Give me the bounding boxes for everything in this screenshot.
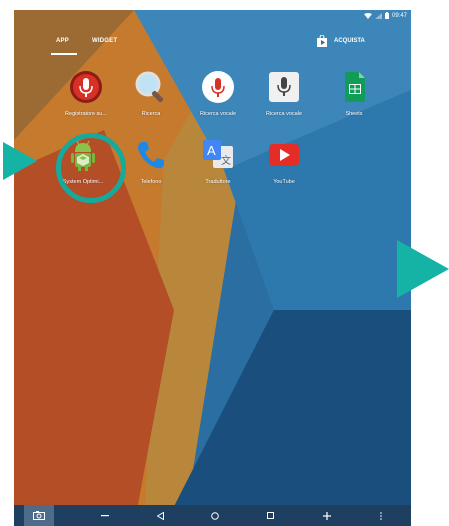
app-telefono[interactable]: Telefono bbox=[123, 138, 179, 185]
svg-text:文: 文 bbox=[221, 154, 231, 167]
microphone-icon bbox=[267, 70, 301, 104]
screenshot-icon bbox=[33, 511, 45, 520]
status-bar: 09:47 bbox=[14, 10, 411, 22]
voice-search-icon bbox=[201, 70, 235, 104]
back-icon bbox=[156, 511, 164, 520]
navigation-bar bbox=[14, 505, 411, 526]
youtube-icon bbox=[267, 138, 301, 172]
back-button[interactable] bbox=[149, 505, 171, 526]
signal-icon bbox=[374, 12, 382, 19]
screenshot-button[interactable] bbox=[24, 505, 54, 526]
app-sheets[interactable]: Sheets bbox=[326, 70, 382, 117]
acquista-label: ACQUISTA bbox=[334, 38, 365, 44]
highlight-circle bbox=[56, 133, 126, 203]
tablet-screen: 09:47 APP WIDGET ACQUISTA Registratore s… bbox=[14, 10, 411, 526]
phone-icon bbox=[134, 138, 168, 172]
sheets-icon bbox=[337, 70, 371, 104]
recents-icon bbox=[266, 512, 274, 519]
app-label: Sheets bbox=[345, 111, 363, 117]
home-button[interactable] bbox=[204, 505, 226, 526]
magnifier-icon bbox=[134, 70, 168, 104]
app-label: Traduttore bbox=[205, 179, 231, 185]
minus-icon bbox=[101, 514, 109, 516]
volume-up-button[interactable] bbox=[316, 505, 338, 526]
right-pointer-arrow bbox=[397, 240, 449, 298]
app-label: Ricerca vocale bbox=[199, 111, 237, 117]
app-youtube[interactable]: YouTube bbox=[256, 138, 312, 185]
play-store-bag-icon bbox=[317, 35, 327, 47]
tabs-bar: APP WIDGET ACQUISTA bbox=[14, 34, 411, 58]
app-label: Telefono bbox=[140, 179, 162, 185]
active-tab-indicator bbox=[51, 53, 77, 55]
app-label: Ricerca vocale bbox=[265, 111, 303, 117]
app-traduttore[interactable]: A 文 Traduttore bbox=[190, 138, 246, 185]
wifi-icon bbox=[363, 12, 372, 19]
tab-widget[interactable]: WIDGET bbox=[92, 38, 117, 44]
status-time: 09:47 bbox=[391, 12, 407, 19]
app-registratore[interactable]: Registratore su... bbox=[58, 70, 114, 117]
app-ricerca[interactable]: Ricerca bbox=[123, 70, 179, 117]
status-icons: 09:47 bbox=[363, 12, 407, 19]
more-button[interactable] bbox=[370, 505, 392, 526]
volume-down-button[interactable] bbox=[94, 505, 116, 526]
app-ricerca-vocale-1[interactable]: Ricerca vocale bbox=[190, 70, 246, 117]
tab-app[interactable]: APP bbox=[56, 38, 69, 44]
app-label: Ricerca bbox=[141, 111, 161, 117]
plus-icon bbox=[323, 511, 331, 520]
home-icon bbox=[211, 511, 219, 520]
more-icon bbox=[380, 511, 382, 520]
app-label: YouTube bbox=[273, 179, 295, 185]
svg-text:A: A bbox=[207, 143, 216, 158]
translate-icon: A 文 bbox=[201, 138, 235, 172]
app-ricerca-vocale-2[interactable]: Ricerca vocale bbox=[256, 70, 312, 117]
recorder-icon bbox=[69, 70, 103, 104]
battery-icon bbox=[384, 12, 389, 19]
acquista-button[interactable]: ACQUISTA bbox=[316, 35, 365, 47]
recents-button[interactable] bbox=[259, 505, 281, 526]
left-pointer-arrow bbox=[3, 142, 37, 180]
app-label: Registratore su... bbox=[65, 111, 107, 117]
